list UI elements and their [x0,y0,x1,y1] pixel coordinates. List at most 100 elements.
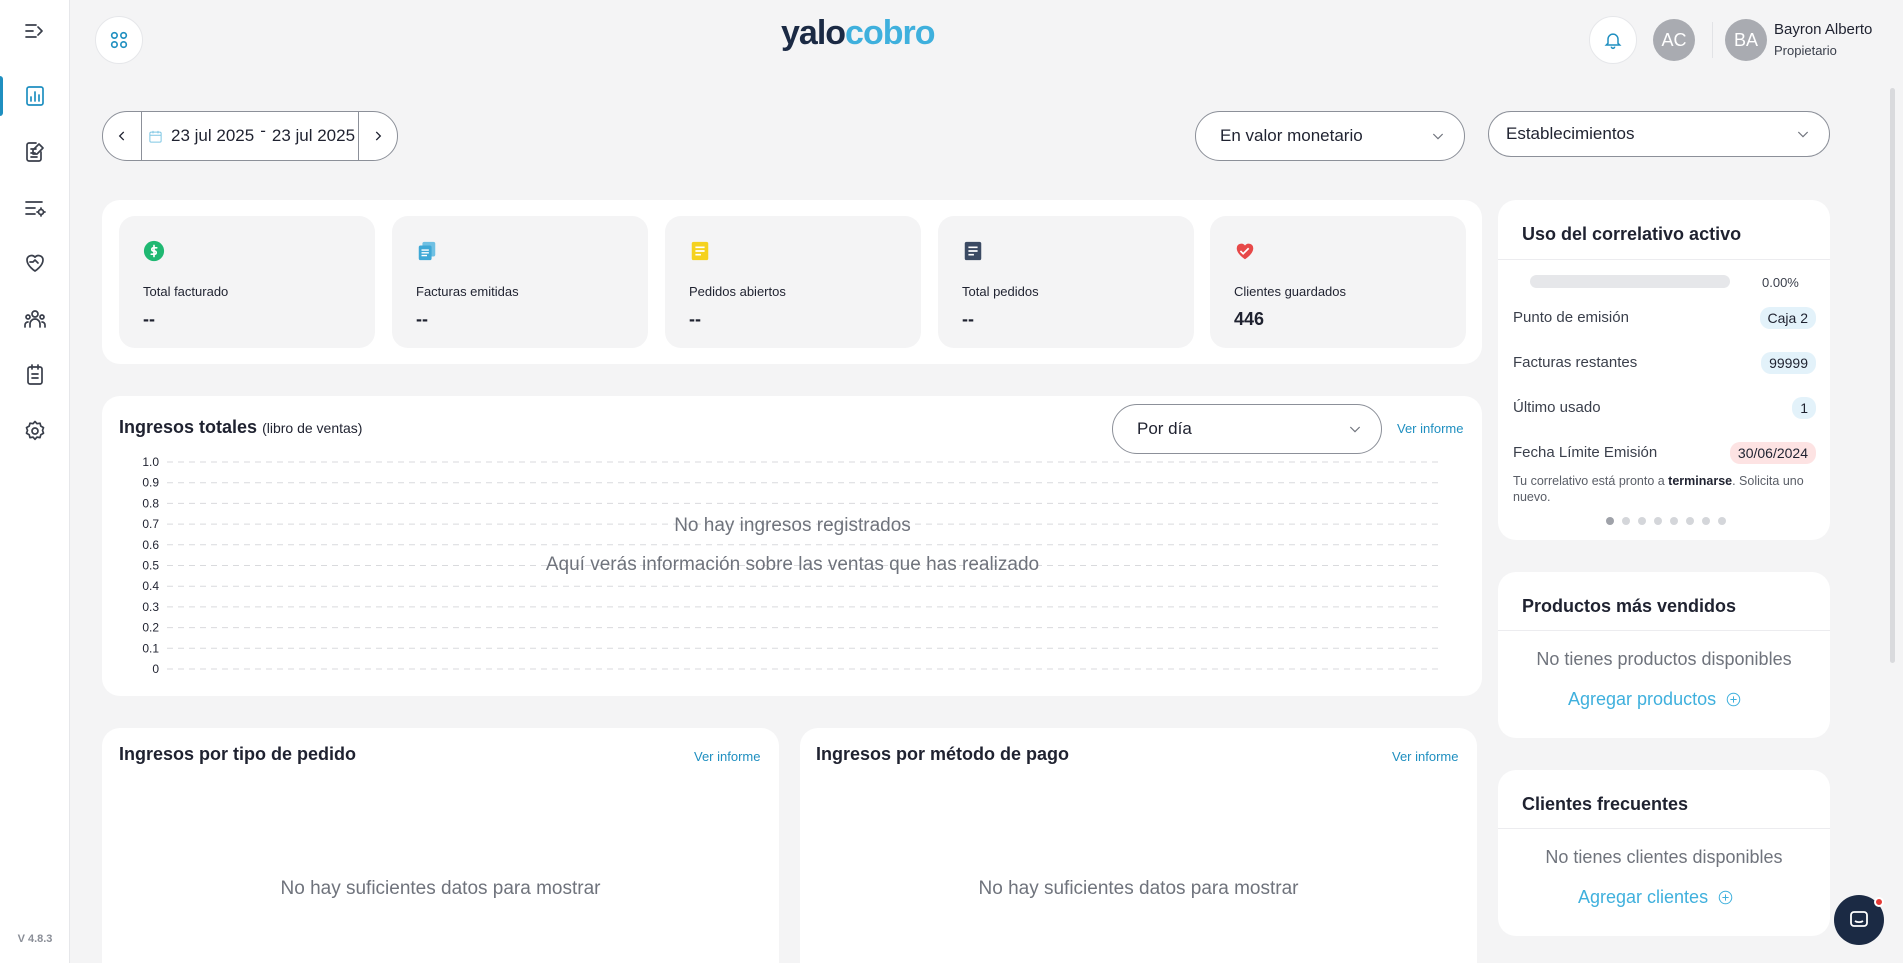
value-mode-select[interactable]: En valor monetario [1195,111,1465,161]
correlative-divider [1498,259,1830,260]
user-name[interactable]: Bayron Alberto [1774,21,1872,38]
order-type-title: Ingresos por tipo de pedido [119,744,357,764]
header-divider [1712,22,1713,58]
payment-method-report-link[interactable]: Ver informe [1392,749,1458,764]
carousel-dot[interactable] [1670,517,1678,525]
date-range-field[interactable]: 23 jul 2025 - 23 jul 2025 [141,112,359,160]
loyalty-icon[interactable] [0,241,70,285]
y-tick-label: 0.2 [142,621,159,635]
stat-card-saved-clients[interactable]: Clientes guardados 446 [1210,216,1466,348]
carousel-dot[interactable] [1686,517,1694,525]
notifications-button[interactable] [1589,16,1637,64]
date-range-picker[interactable]: 23 jul 2025 - 23 jul 2025 [102,111,398,161]
plus-circle-icon [1718,890,1733,905]
correlative-progress-text: 0.00% [1762,275,1799,290]
chat-icon [1850,911,1868,927]
date-separator: - [260,121,266,140]
user-avatar[interactable]: BA [1725,19,1767,61]
stat-card-total-billed[interactable]: Total facturado -- [119,216,375,348]
income-report-link[interactable]: Ver informe [1397,421,1463,436]
y-tick-label: 0.8 [142,496,159,510]
y-tick-label: 0.1 [142,641,159,655]
deadline-label: Fecha Límite Emisión [1513,444,1658,461]
carousel-dot[interactable] [1654,517,1662,525]
stat-value: -- [143,309,155,329]
stat-card-total-orders[interactable]: Total pedidos -- [938,216,1194,348]
deadline-value: 30/06/2024 [1729,442,1816,464]
correlative-progress-bar [1530,275,1730,288]
apps-grid-button[interactable] [95,16,143,64]
top-products-divider [1498,630,1830,631]
payment-method-title: Ingresos por método de pago [816,744,1070,764]
frequent-clients-empty: No tienes clientes disponibles [1545,847,1783,867]
app-version: V 4.8.3 [17,933,53,945]
page-scrollbar[interactable] [1890,88,1895,663]
establishments-select[interactable]: Establecimientos [1488,111,1830,157]
settings-list-icon[interactable] [0,186,70,230]
payment-method-empty: No hay suficientes datos para mostrar [978,878,1299,899]
stat-label: Clientes guardados [1234,284,1347,299]
carousel-dot[interactable] [1638,517,1646,525]
y-tick-label: 1.0 [142,455,159,469]
establishments-value: Establecimientos [1506,124,1635,143]
sidebar: V 4.8.3 [0,0,70,963]
invoices-icon[interactable] [0,130,70,174]
chevron-down-icon [1349,426,1361,433]
chat-notification-badge [1874,897,1884,907]
add-products-link[interactable]: Agregar productos [1568,689,1741,710]
remaining-invoices-value: 99999 [1761,352,1816,374]
carousel-dot[interactable] [1622,517,1630,525]
user-role: Propietario [1774,43,1837,58]
stat-card-open-orders[interactable]: Pedidos abiertos -- [665,216,921,348]
y-tick-label: 0 [152,662,159,676]
chevron-right-icon [375,131,382,141]
stat-label: Total facturado [143,284,229,299]
open-order-icon [691,241,709,261]
add-clients-link[interactable]: Agregar clientes [1578,887,1733,908]
emission-point-label: Punto de emisión [1513,309,1629,326]
y-tick-label: 0.6 [142,538,159,552]
chart-empty-description: Aquí verás información sobre las ventas … [545,554,1040,575]
stat-card-invoices-issued[interactable]: Facturas emitidas -- [392,216,648,348]
period-select[interactable]: Por día [1112,404,1382,454]
chart-empty-title: No hay ingresos registrados [674,515,911,536]
top-products-empty: No tienes productos disponibles [1536,649,1792,669]
frequent-clients-divider [1498,828,1830,829]
y-tick-label: 0.3 [142,600,159,614]
order-type-empty: No hay suficientes datos para mostrar [280,878,601,899]
gear-icon[interactable] [0,409,70,453]
apps-grid-icon [110,31,128,49]
correlative-title: Uso del correlativo activo [1522,224,1742,244]
previous-date-button[interactable] [103,112,141,160]
remaining-invoices-label: Facturas restantes [1513,354,1638,371]
calendar-icon [149,130,162,143]
carousel-dot[interactable] [1702,517,1710,525]
value-mode-value: En valor monetario [1220,126,1363,145]
date-end: 23 jul 2025 [271,126,356,145]
stat-value: -- [689,309,701,329]
plus-circle-icon [1726,692,1741,707]
collapse-menu-icon[interactable] [0,9,70,53]
next-date-button[interactable] [359,112,397,160]
date-start: 23 jul 2025 [171,126,255,145]
carousel-dot[interactable] [1606,517,1614,525]
chevron-down-icon [1797,131,1809,138]
stat-label: Pedidos abiertos [689,284,786,299]
orders-icon[interactable] [0,353,70,397]
income-chart-subtitle: (libro de ventas) [262,420,363,436]
copy-docs-icon [418,241,436,261]
correlative-notice: Tu correlativo está pronto a terminarse.… [1513,474,1804,504]
last-used-label: Último usado [1513,399,1601,416]
add-products-label: Agregar productos [1568,689,1717,709]
order-type-report-link[interactable]: Ver informe [694,749,760,764]
emission-point-value: Caja 2 [1759,307,1816,329]
y-tick-label: 0.9 [142,476,159,490]
company-avatar[interactable]: AC [1653,19,1695,61]
bell-icon [1604,33,1622,50]
carousel-dot[interactable] [1718,517,1726,525]
income-chart-title: Ingresos totales (libro de ventas) [119,417,363,437]
dollar-icon [143,240,165,262]
dashboard-icon[interactable] [0,74,70,118]
customers-icon[interactable] [0,297,70,341]
y-tick-label: 0.4 [142,579,159,593]
